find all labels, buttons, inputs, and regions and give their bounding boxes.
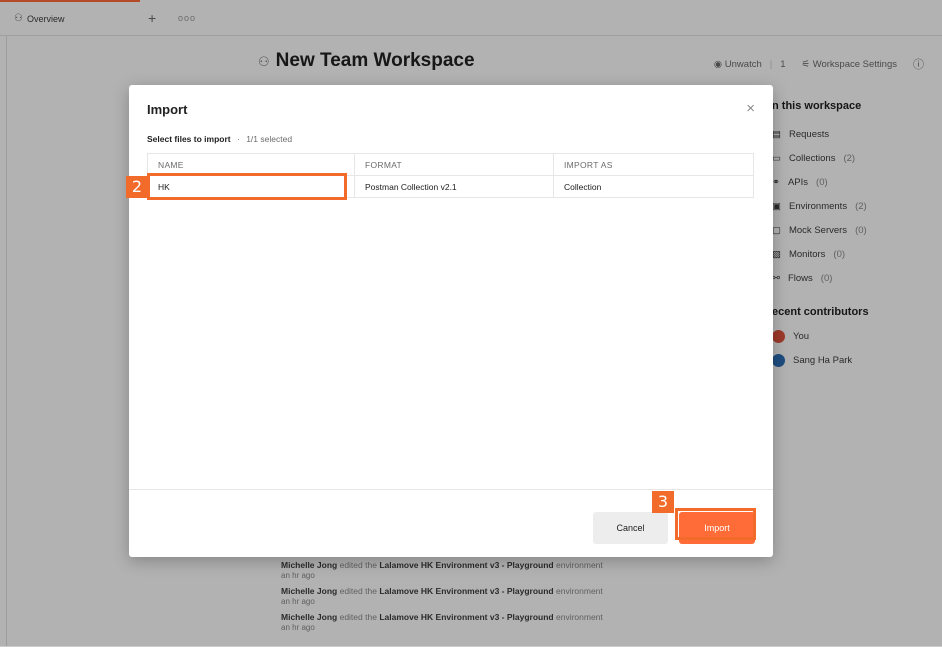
- selection-info: Select files to import · 1/1 selected: [147, 134, 292, 144]
- selected-count: 1/1 selected: [246, 134, 293, 144]
- import-dialog: Import × Select files to import · 1/1 se…: [129, 85, 773, 557]
- select-files-label: Select files to import: [147, 134, 231, 144]
- annotation-highlight-step-3: [675, 508, 756, 540]
- close-icon[interactable]: ×: [746, 100, 755, 117]
- separator-dot: ·: [236, 134, 240, 144]
- file-format-cell: Postman Collection v2.1: [354, 175, 554, 198]
- annotation-step-3-badge: 3: [652, 491, 674, 513]
- column-header-import-as: IMPORT AS: [553, 153, 754, 176]
- import-as-cell[interactable]: Collection: [553, 175, 754, 198]
- annotation-highlight-step-2: [147, 173, 347, 200]
- postman-app: ⚇ Overview + ooo ⚇ New Team Workspace ◉ U…: [0, 0, 942, 647]
- column-header-format: FORMAT: [354, 153, 554, 176]
- annotation-step-2-badge: 2: [126, 176, 148, 198]
- cancel-button[interactable]: Cancel: [593, 512, 668, 544]
- dialog-title: Import: [147, 102, 188, 117]
